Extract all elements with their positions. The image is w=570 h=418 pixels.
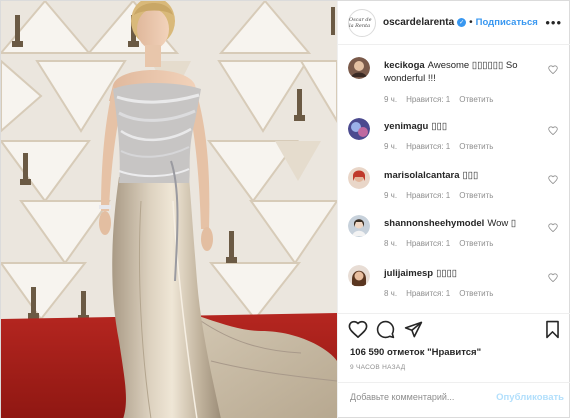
comment-likes-count[interactable]: Нравится: 1 (406, 289, 450, 298)
comment-meta: 9 ч. Нравится: 1 Ответить (384, 95, 502, 104)
like-comment-heart-icon[interactable] (548, 126, 558, 135)
save-bookmark-icon[interactable] (544, 320, 561, 339)
share-paper-plane-icon[interactable] (404, 320, 423, 339)
comment-likes-count[interactable]: Нравится: 1 (406, 95, 450, 104)
comment-body: marisolalcantara ▯▯▯ (384, 169, 540, 182)
add-comment-row: Опубликовать (338, 382, 570, 418)
comment-body: yenimagu ▯▯▯ (384, 120, 540, 133)
comment-time[interactable]: 8 ч. (384, 239, 397, 248)
comment-time[interactable]: 9 ч. (384, 191, 397, 200)
comment-meta: 8 ч. Нравится: 1 Ответить (384, 239, 502, 248)
comment-username[interactable]: julijaimesp (384, 268, 433, 279)
reply-button[interactable]: Ответить (459, 239, 493, 248)
like-comment-heart-icon[interactable] (548, 175, 558, 184)
post-header: Oscar de la Renta oscardelarenta ✓ • Под… (338, 1, 570, 45)
avatar-photo (348, 57, 370, 79)
comment-body: kecikoga Awesome ▯▯▯▯▯▯ So wonderful !!! (384, 59, 540, 85)
follow-button[interactable]: Подписаться (476, 17, 538, 28)
verified-badge-icon: ✓ (457, 18, 467, 27)
reply-button[interactable]: Ответить (459, 191, 493, 200)
like-heart-icon[interactable] (348, 320, 368, 338)
comment-meta: 9 ч. Нравится: 1 Ответить (384, 142, 502, 151)
comment-text: ▯▯▯ (462, 170, 479, 181)
comment-avatar[interactable] (348, 265, 370, 287)
comment-username[interactable]: yenimagu (384, 121, 428, 132)
comments-list[interactable]: kecikoga Awesome ▯▯▯▯▯▯ So wonderful !!! … (338, 45, 570, 313)
red-carpet-photo (1, 1, 337, 418)
post-author-username[interactable]: oscardelarenta (383, 17, 454, 28)
avatar-logo-text: Oscar de la Renta (349, 16, 372, 29)
comment-text: Wow ▯ (487, 218, 517, 229)
comment-likes-count[interactable]: Нравится: 1 (406, 191, 450, 200)
comment-bubble-icon[interactable] (376, 320, 395, 339)
comment-username[interactable]: shannonsheehymodel (384, 218, 484, 229)
reply-button[interactable]: Ответить (459, 95, 493, 104)
comment-avatar[interactable] (348, 215, 370, 237)
more-options-icon[interactable]: ••• (545, 15, 562, 30)
avatar-photo (348, 167, 370, 189)
comment-avatar[interactable] (348, 118, 370, 140)
like-comment-heart-icon[interactable] (548, 273, 558, 282)
comment-text: ▯▯▯ (431, 121, 448, 132)
reply-button[interactable]: Ответить (459, 142, 493, 151)
comment-time[interactable]: 8 ч. (384, 289, 397, 298)
comment-username[interactable]: marisolalcantara (384, 170, 460, 181)
reply-button[interactable]: Ответить (459, 289, 493, 298)
publish-comment-button[interactable]: Опубликовать (496, 392, 564, 403)
avatar-photo (348, 118, 370, 140)
post-timestamp[interactable]: 9 часов назад (350, 364, 405, 371)
comment-time[interactable]: 9 ч. (384, 142, 397, 151)
post-actions: 106 590 отметок "Нравится" 9 часов назад… (338, 313, 570, 418)
comment-likes-count[interactable]: Нравится: 1 (406, 239, 450, 248)
comment-username[interactable]: kecikoga (384, 60, 425, 71)
comment-body: shannonsheehymodel Wow ▯ (384, 217, 540, 230)
comment-meta: 9 ч. Нравится: 1 Ответить (384, 191, 502, 200)
post-photo[interactable] (1, 1, 337, 418)
comment-text: ▯▯▯▯ (436, 268, 458, 279)
like-comment-heart-icon[interactable] (548, 223, 558, 232)
like-comment-heart-icon[interactable] (548, 65, 558, 74)
post-dialog: Oscar de la Renta oscardelarenta ✓ • Под… (0, 0, 570, 418)
comment-time[interactable]: 9 ч. (384, 95, 397, 104)
comment-avatar[interactable] (348, 57, 370, 79)
avatar-photo (348, 215, 370, 237)
avatar-photo (348, 265, 370, 287)
likes-count[interactable]: 106 590 отметок "Нравится" (350, 347, 481, 358)
comment-meta: 8 ч. Нравится: 1 Ответить (384, 289, 502, 298)
comment-likes-count[interactable]: Нравится: 1 (406, 142, 450, 151)
separator-dot: • (469, 17, 473, 28)
avatar[interactable]: Oscar de la Renta (348, 8, 376, 37)
comment-avatar[interactable] (348, 167, 370, 189)
post-sidebar: Oscar de la Renta oscardelarenta ✓ • Под… (337, 1, 570, 418)
add-comment-input[interactable] (350, 392, 500, 402)
comment-body: julijaimesp ▯▯▯▯ (384, 267, 540, 280)
